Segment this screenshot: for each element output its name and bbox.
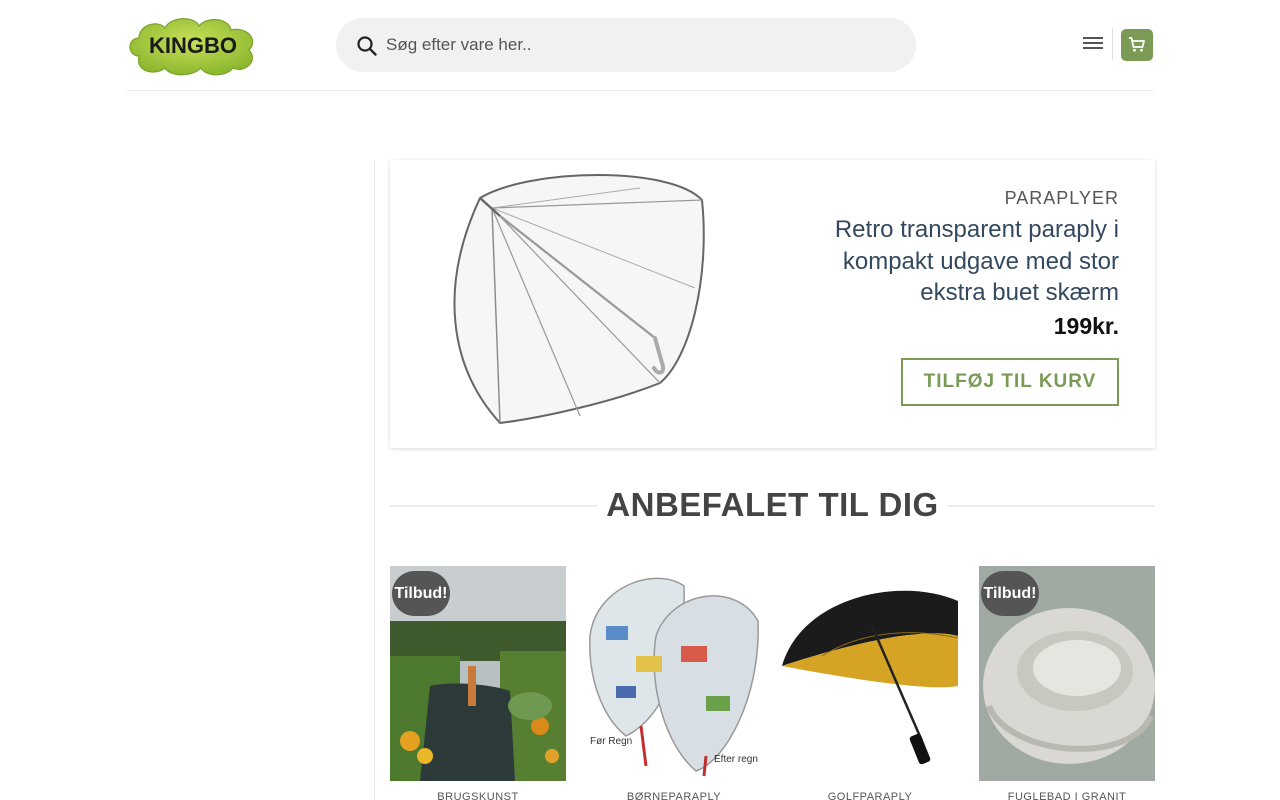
- logo-text: KINGBO: [149, 33, 237, 58]
- product-category-label[interactable]: BØRNEPARAPLY: [586, 791, 762, 800]
- product-category-label[interactable]: GOLFPARAPLY: [782, 791, 958, 800]
- sale-badge: Tilbud!: [981, 571, 1039, 616]
- golf-umbrella-image[interactable]: [782, 566, 958, 781]
- search-bar: [336, 18, 916, 72]
- after-rain-label: Efter regn: [714, 754, 758, 765]
- product-card[interactable]: Tilbud! BRUGSKUNST: [390, 566, 566, 800]
- product-card[interactable]: Før Regn Efter regn BØRNEPARAPLY: [586, 566, 762, 800]
- section-divider-left: [390, 505, 597, 507]
- product-title[interactable]: Retro transparent paraply i kompakt udga…: [789, 214, 1119, 309]
- product-price: 199kr.: [1053, 313, 1119, 339]
- site-header: KINGBO: [0, 0, 1280, 90]
- kids-umbrella-image[interactable]: Før Regn Efter regn: [586, 566, 762, 781]
- product-card[interactable]: GOLFPARAPLY: [782, 566, 958, 800]
- product-category-label[interactable]: BRUGSKUNST: [390, 791, 566, 800]
- cart-button[interactable]: [1121, 29, 1153, 61]
- product-category-label[interactable]: FUGLEBAD I GRANIT: [979, 791, 1155, 800]
- search-icon[interactable]: [356, 35, 378, 57]
- before-rain-label: Før Regn: [590, 736, 632, 747]
- header-divider: [1112, 28, 1113, 60]
- header-separator: [125, 90, 1155, 91]
- transparent-umbrella-image[interactable]: [440, 168, 710, 428]
- section-divider-right: [948, 505, 1155, 507]
- sidebar-divider: [374, 160, 375, 800]
- product-category[interactable]: PARAPLYER: [1005, 188, 1119, 209]
- section-title: ANBEFALET TIL DIG: [606, 486, 939, 523]
- sale-badge: Tilbud!: [392, 571, 450, 616]
- kingbo-logo[interactable]: KINGBO: [125, 14, 261, 76]
- shopping-cart-icon: [1129, 37, 1145, 52]
- hamburger-menu-icon[interactable]: [1081, 34, 1105, 56]
- product-card[interactable]: Tilbud! FUGLEBAD I GRANIT: [979, 566, 1155, 800]
- search-input[interactable]: [386, 18, 896, 72]
- add-to-cart-button[interactable]: TILFØJ TIL KURV: [901, 358, 1119, 406]
